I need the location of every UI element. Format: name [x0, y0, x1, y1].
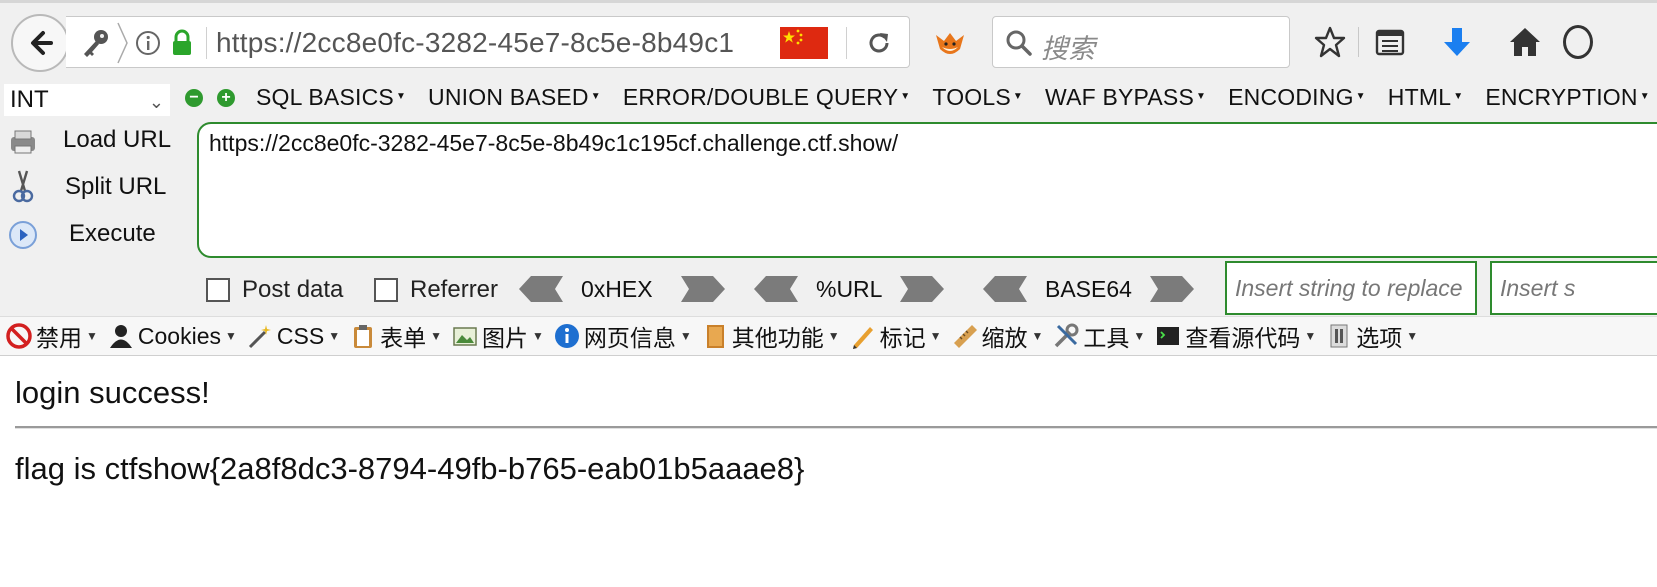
arrow-left-icon [31, 31, 53, 55]
overflow-icon[interactable] [1563, 25, 1593, 59]
search-placeholder: 搜索 [1041, 34, 1095, 64]
base64-encoder: BASE64 [983, 272, 1194, 306]
split-url-label: Split URL [65, 173, 167, 200]
magic-wand-icon [248, 325, 271, 349]
web-developer-toolbar: 禁用 ▼ Cookies ▼ CSS ▼ 表单 ▼ 图片 ▼ 网页信息 ▼ 其他功能 ▼ 标记… [0, 316, 1657, 356]
base64-decode-arrow-icon[interactable] [983, 276, 1027, 302]
image-icon [453, 327, 477, 346]
menu-waf-bypass[interactable]: WAF BYPASS ▼ [1045, 84, 1206, 111]
devbar-tools[interactable]: 工具 ▼ [1053, 319, 1145, 353]
hackbar-menu: SQL BASICS ▼ UNION BASED ▼ ERROR/DOUBLE QU… [256, 84, 1657, 111]
post-data-checkbox-box[interactable] [206, 278, 230, 302]
menu-encryption[interactable]: ENCRYPTION ▼ [1485, 84, 1650, 111]
book-icon [706, 325, 724, 348]
devbar-view-source[interactable]: 查看源代码 ▼ [1155, 319, 1316, 353]
url-decode-arrow-icon[interactable] [754, 276, 798, 302]
horizontal-rule [15, 426, 1657, 429]
chevron-separator-icon [116, 17, 130, 69]
info-icon [554, 324, 579, 348]
referrer-checkbox[interactable]: Referrer [374, 276, 498, 304]
base64-label: BASE64 [1045, 275, 1132, 302]
home-icon[interactable] [1508, 25, 1542, 59]
info-icon[interactable] [132, 17, 164, 69]
bookmark-star-icon[interactable] [1313, 25, 1347, 59]
cookies-icon [109, 325, 132, 348]
execute-label: Execute [69, 220, 156, 247]
hex-decode-arrow-icon[interactable] [519, 276, 563, 302]
post-data-label: Post data [242, 276, 344, 303]
reload-icon[interactable] [860, 17, 898, 69]
page-content: login success! flag is ctfshow{2a8f8dc3-… [0, 357, 1657, 587]
url-enc-label: %URL [816, 275, 883, 302]
devbar-options[interactable]: 选项 ▼ [1326, 319, 1418, 353]
referrer-label: Referrer [410, 276, 499, 303]
menu-html[interactable]: HTML ▼ [1388, 84, 1464, 111]
load-url-icon [11, 130, 35, 154]
url-bar[interactable]: https://2cc8e0fc-3282-45e7-8c5e-8b49c1 [66, 16, 910, 68]
hex-encoder: 0xHEX [519, 272, 725, 306]
replace-string-input[interactable]: Insert string to replace [1225, 261, 1477, 315]
referrer-checkbox-box[interactable] [374, 278, 398, 302]
base64-encode-arrow-icon[interactable] [1149, 276, 1194, 302]
hex-label: 0xHEX [581, 275, 653, 302]
post-data-checkbox[interactable]: Post data [206, 276, 343, 304]
ruler-icon [953, 325, 977, 348]
url-text[interactable]: https://2cc8e0fc-3282-45e7-8c5e-8b49c1 [216, 27, 734, 59]
chevron-down-icon: ⌄ [148, 92, 164, 112]
url-encode-arrow-icon[interactable] [900, 276, 945, 302]
navigation-toolbar: https://2cc8e0fc-3282-45e7-8c5e-8b49c1 搜… [0, 0, 1657, 80]
reading-list-icon[interactable] [1373, 25, 1407, 59]
pencil-icon [852, 327, 873, 349]
devbar-images[interactable]: 图片 ▼ [452, 319, 544, 353]
type-select-value: INT [10, 86, 49, 113]
devbar-cookies[interactable]: Cookies ▼ [108, 323, 237, 350]
url-textarea[interactable]: https://2cc8e0fc-3282-45e7-8c5e-8b49c1c1… [197, 122, 1657, 258]
key-icon[interactable] [74, 17, 118, 69]
menu-tools[interactable]: TOOLS ▼ [932, 84, 1023, 111]
split-url-button[interactable]: Split URL [0, 167, 190, 209]
search-icon [1006, 30, 1032, 56]
scissors-icon [12, 170, 34, 203]
login-message: login success! [15, 375, 210, 410]
menu-error-double-query[interactable]: ERROR/DOUBLE QUERY ▼ [623, 84, 911, 111]
menu-union-based[interactable]: UNION BASED ▼ [428, 84, 601, 111]
devbar-disable[interactable]: 禁用 ▼ [6, 319, 98, 353]
fox-icon[interactable] [932, 25, 968, 66]
hackbar-panel: INT ⌄ − + SQL BASICS ▼ UNION BASED ▼ ERROR… [0, 80, 1657, 316]
devbar-resize[interactable]: 缩放 ▼ [952, 319, 1043, 353]
terminal-icon [1157, 327, 1180, 345]
disable-icon [6, 323, 32, 349]
flag-message: flag is ctfshow{2a8f8dc3-8794-49fb-b765-… [15, 451, 805, 486]
options-icon [1330, 324, 1348, 348]
type-select[interactable]: INT ⌄ [4, 84, 170, 116]
execute-button[interactable]: Execute [0, 214, 190, 256]
toolbar-separator [1358, 27, 1359, 57]
back-button[interactable] [11, 14, 69, 72]
url-encoder: %URL [754, 272, 945, 306]
clipboard-icon [354, 325, 373, 348]
url-separator [206, 27, 207, 59]
minus-icon[interactable]: − [185, 89, 203, 107]
tools-icon [1055, 323, 1079, 348]
hex-encode-arrow-icon[interactable] [680, 276, 725, 302]
devbar-forms[interactable]: 表单 ▼ [350, 319, 442, 353]
load-url-label: Load URL [63, 126, 172, 153]
devbar-misc[interactable]: 其他功能 ▼ [702, 319, 840, 353]
download-icon[interactable] [1440, 25, 1474, 59]
url-separator [846, 27, 847, 59]
replace-with-input[interactable]: Insert s [1490, 261, 1657, 315]
china-flag-icon[interactable] [780, 27, 828, 59]
menu-sql-basics[interactable]: SQL BASICS ▼ [256, 84, 406, 111]
search-box[interactable]: 搜索 [992, 16, 1290, 68]
lock-icon[interactable] [168, 17, 196, 69]
plus-icon[interactable]: + [217, 89, 235, 107]
devbar-css[interactable]: CSS ▼ [247, 323, 340, 350]
menu-encoding[interactable]: ENCODING ▼ [1228, 84, 1366, 111]
devbar-outline[interactable]: 标记 ▼ [850, 319, 942, 353]
load-url-button[interactable]: Load URL [0, 120, 190, 162]
devbar-page-info[interactable]: 网页信息 ▼ [554, 319, 692, 353]
play-icon [9, 221, 37, 249]
